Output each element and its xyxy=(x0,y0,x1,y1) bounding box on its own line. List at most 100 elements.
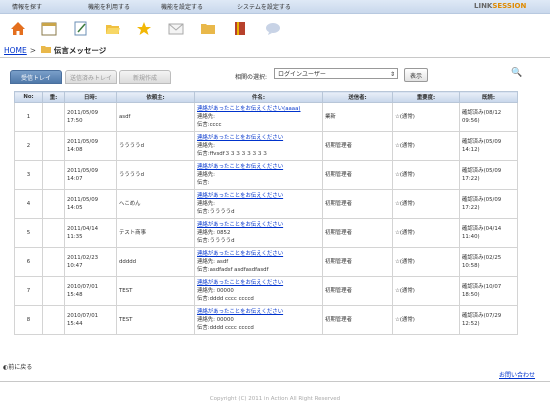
cell-read-time: 18:50) xyxy=(462,292,480,298)
cell-flag xyxy=(42,189,65,219)
col-header-sender[interactable]: 送信者: xyxy=(322,91,393,103)
notepad-icon[interactable] xyxy=(72,20,90,37)
col-header-priority[interactable]: 重要度: xyxy=(392,91,460,103)
cell-read-time: 11:40) xyxy=(462,234,480,240)
menu-search-info[interactable]: 情報を探す xyxy=(12,2,42,11)
group-select-label: 相関の選択: xyxy=(235,74,268,81)
cell-message: 伝言:ffvsdf３３３３３３３３ xyxy=(197,151,268,157)
message-subject-link[interactable]: 連絡があったことをお伝えください xyxy=(197,221,320,229)
top-menu-bar: 情報を探す 機能を利用する 機能を設定する システムを設定する LINKSESS… xyxy=(0,0,550,14)
col-header-subject[interactable]: 件名: xyxy=(194,91,323,103)
show-button[interactable]: 表示 xyxy=(404,68,428,82)
mail-icon[interactable] xyxy=(167,20,185,37)
cell-read: 確認済み(10/07 18:50) xyxy=(459,276,518,306)
cell-message: 伝言:ううううd xyxy=(197,209,235,215)
message-subject-link[interactable]: 連絡があったことをお伝えください xyxy=(197,308,320,316)
cell-flag xyxy=(42,160,65,190)
table-row[interactable]: 5 2011/04/14 11:35 テスト商事 連絡があったことをお伝えください 連絡先… xyxy=(14,218,518,248)
cell-time: 15:44 xyxy=(67,321,83,327)
cell-flag xyxy=(42,218,65,248)
col-header-flag[interactable]: 重: xyxy=(42,91,65,103)
cell-message: 伝言: xyxy=(197,180,210,186)
message-subject-link[interactable]: 連絡があったことをお伝えください xyxy=(197,279,320,287)
cell-date: 2010/07/01 xyxy=(67,284,99,290)
home-icon[interactable] xyxy=(9,20,27,37)
col-header-date[interactable]: 日時: xyxy=(64,91,117,103)
back-link[interactable]: ◐前に戻る xyxy=(3,362,32,371)
menu-configure-features[interactable]: 機能を設定する xyxy=(161,2,203,11)
tab-new-message[interactable]: 新規作成 xyxy=(119,70,171,84)
tab-sent[interactable]: 送信済みトレイ xyxy=(65,70,117,84)
cell-date: 2011/05/09 xyxy=(67,197,99,203)
breadcrumb-home-link[interactable]: HOME xyxy=(4,46,27,55)
cell-contact: 連絡先: 00000 xyxy=(197,317,234,323)
cell-message: 伝言:dddd cccc ccccd xyxy=(197,296,254,302)
cell-time: 14:08 xyxy=(67,147,83,153)
cell-requester: ううううd xyxy=(116,160,195,190)
group-select[interactable]: ログインユーザー ⇕ xyxy=(274,68,398,79)
cell-sender: 業新 xyxy=(322,102,393,132)
menu-configure-system[interactable]: システムを設定する xyxy=(237,2,291,11)
cell-time: 14:05 xyxy=(67,205,83,211)
cell-read-status: 確認済み(10/07 xyxy=(462,284,502,290)
cell-requester: TEST xyxy=(116,305,195,335)
cell-flag xyxy=(42,131,65,161)
cell-datetime: 2010/07/01 15:44 xyxy=(64,305,117,335)
message-subject-link[interactable]: 連絡があったことをお伝えください xyxy=(197,134,320,142)
cell-message: 伝言:asdfadsf asdfasdfasdf xyxy=(197,267,269,273)
cell-subject: 連絡があったことをお伝えください 連絡先: 伝言:ffvsdf３３３３３３３３ xyxy=(194,131,323,161)
cell-sender: 初期管理者 xyxy=(322,305,393,335)
chat-icon[interactable] xyxy=(264,20,282,37)
cell-sender: 初期管理者 xyxy=(322,276,393,306)
cell-read-status: 確認済み(04/14 xyxy=(462,226,502,232)
table-row[interactable]: 2 2011/05/09 14:08 ううううd 連絡があったことをお伝えください 連絡先… xyxy=(14,131,518,161)
cell-date: 2011/02/23 xyxy=(67,255,99,261)
breadcrumb: HOME > 伝言メッセージ xyxy=(4,45,106,56)
cell-datetime: 2011/05/09 14:07 xyxy=(64,160,117,190)
cell-datetime: 2011/05/09 17:50 xyxy=(64,102,117,132)
message-subject-link[interactable]: 連絡があったことをお伝えください(aaaa) xyxy=(197,105,320,113)
tab-inbox[interactable]: 受信トレイ xyxy=(10,70,62,84)
cell-read-time: 12:52) xyxy=(462,321,480,327)
cell-flag xyxy=(42,247,65,277)
cell-message: 伝言:dddd cccc ccccd xyxy=(197,325,254,331)
page-title: 伝言メッセージ xyxy=(53,46,107,55)
cell-read-status: 確認済み(02/25 xyxy=(462,255,502,261)
chevron-updown-icon: ⇕ xyxy=(389,71,395,78)
cell-sender: 初期管理者 xyxy=(322,218,393,248)
inquiry-link[interactable]: お問い合わせ xyxy=(499,370,535,379)
folder-open-icon[interactable] xyxy=(104,20,122,37)
table-row[interactable]: 6 2011/02/23 10:47 ddddd 連絡があったことをお伝えください 連絡先… xyxy=(14,247,518,277)
cell-read-status: 確認済み(07/29 xyxy=(462,313,502,319)
table-row[interactable]: 7 2010/07/01 15:48 TEST 連絡があったことをお伝えください 連絡先:… xyxy=(14,276,518,306)
star-icon[interactable] xyxy=(135,20,153,37)
cell-subject: 連絡があったことをお伝えください 連絡先: 伝言: xyxy=(194,160,323,190)
cell-priority: ☆(通常) xyxy=(392,247,460,277)
cell-no: 3 xyxy=(14,160,43,190)
col-header-requester[interactable]: 依頼主: xyxy=(116,91,195,103)
message-subject-link[interactable]: 連絡があったことをお伝えください xyxy=(197,163,320,171)
menu-use-features[interactable]: 機能を利用する xyxy=(88,2,130,11)
cell-read: 確認済み(05/09 17:22) xyxy=(459,189,518,219)
cell-sender: 初期管理者 xyxy=(322,131,393,161)
zoom-icon[interactable]: 🔍 xyxy=(511,68,522,78)
breadcrumb-separator: > xyxy=(29,46,37,55)
folder-icon[interactable] xyxy=(199,20,217,37)
table-row[interactable]: 3 2011/05/09 14:07 ううううd 連絡があったことをお伝えください 連絡先… xyxy=(14,160,518,190)
cell-contact: 連絡先: xyxy=(197,201,215,207)
cell-priority: ☆(通常) xyxy=(392,218,460,248)
cell-read: 確認済み(02/25 10:58) xyxy=(459,247,518,277)
table-row[interactable]: 1 2011/05/09 17:50 asdf 連絡があったことをお伝えください(aaa… xyxy=(14,102,518,132)
col-header-read[interactable]: 既読: xyxy=(459,91,518,103)
calendar-icon[interactable] xyxy=(40,20,58,37)
cell-datetime: 2011/05/09 14:05 xyxy=(64,189,117,219)
cell-contact: 連絡先: 00000 xyxy=(197,288,234,294)
table-row[interactable]: 8 2010/07/01 15:44 TEST 連絡があったことをお伝えください 連絡先:… xyxy=(14,305,518,335)
message-subject-link[interactable]: 連絡があったことをお伝えください xyxy=(197,250,320,258)
cell-flag xyxy=(42,276,65,306)
cell-read-time: 17:22) xyxy=(462,205,480,211)
col-header-no[interactable]: No: xyxy=(14,91,43,103)
book-icon[interactable] xyxy=(231,20,249,37)
message-subject-link[interactable]: 連絡があったことをお伝えください xyxy=(197,192,320,200)
table-row[interactable]: 4 2011/05/09 14:05 へこめん 連絡があったことをお伝えください 連絡先:… xyxy=(14,189,518,219)
